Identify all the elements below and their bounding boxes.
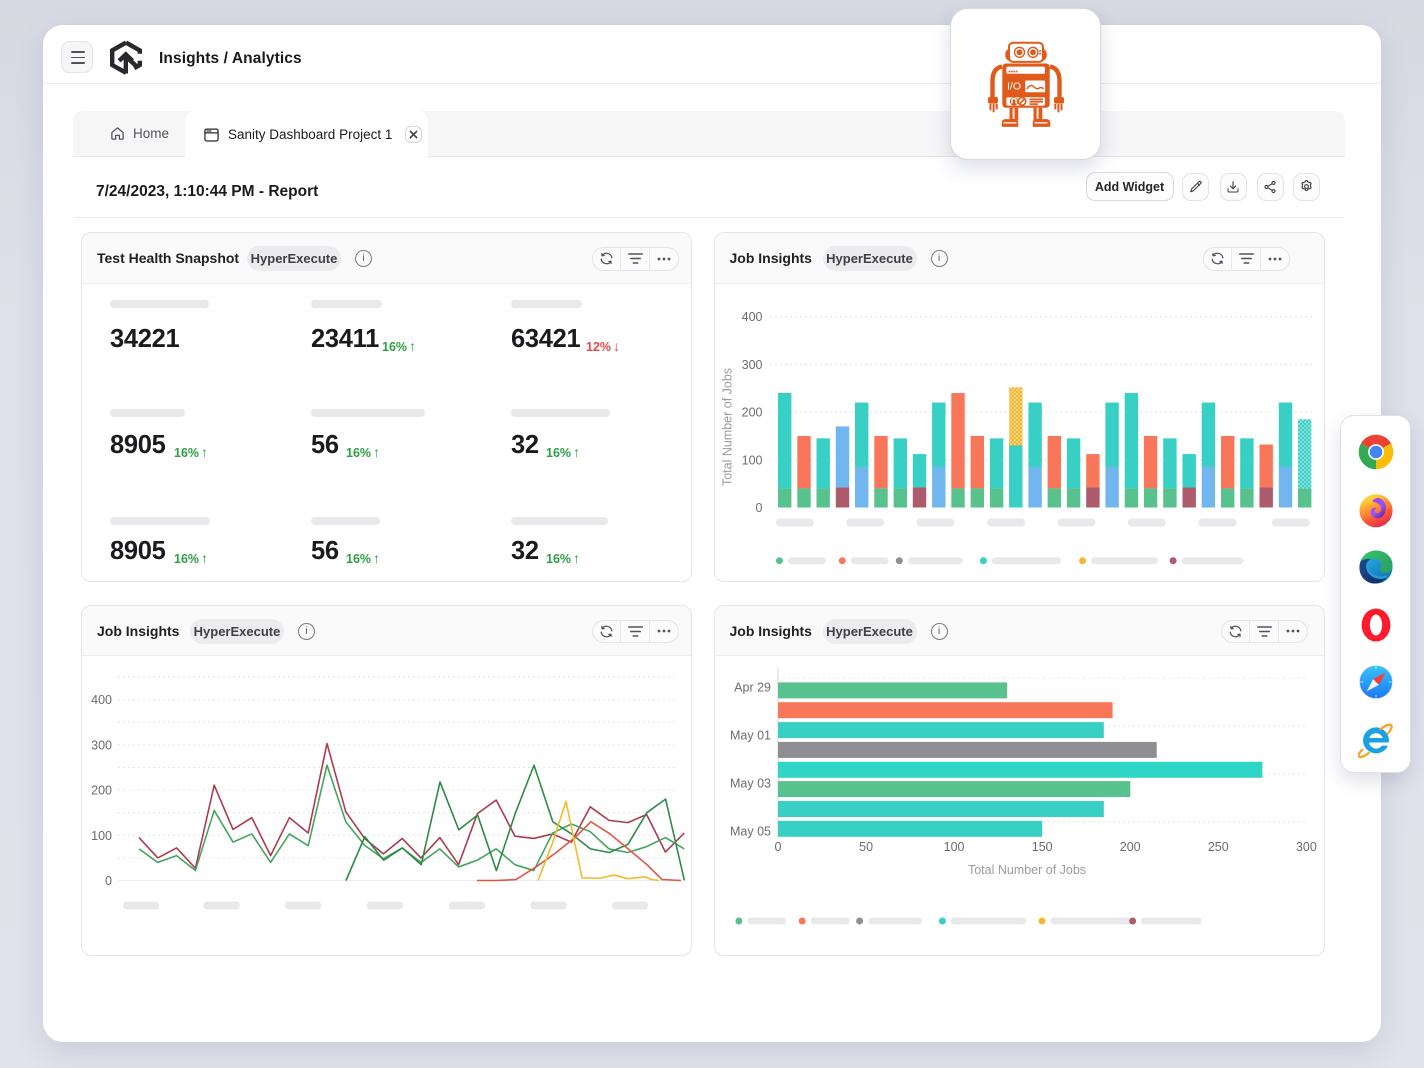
svg-text:May 03: May 03 [730,776,771,790]
svg-text:0: 0 [105,874,112,888]
svg-text:May 05: May 05 [730,824,771,838]
svg-text:300: 300 [741,358,762,372]
svg-text:200: 200 [1119,840,1140,854]
svg-text:May 01: May 01 [730,728,771,742]
svg-text:Apr 29: Apr 29 [734,680,771,694]
svg-text:200: 200 [91,783,112,797]
svg-text:200: 200 [741,406,762,420]
svg-text:400: 400 [91,693,112,707]
svg-text:0: 0 [774,840,781,854]
svg-text:I/O: I/O [1007,81,1021,93]
svg-text:Total Number of Jobs: Total Number of Jobs [720,368,734,486]
svg-text:0: 0 [755,501,762,515]
svg-text:100: 100 [943,840,964,854]
svg-text:250: 250 [1207,840,1228,854]
svg-text:100: 100 [741,453,762,467]
svg-text:100: 100 [91,828,112,842]
svg-text:50: 50 [859,840,873,854]
svg-text:Total Number of Jobs: Total Number of Jobs [967,863,1085,877]
svg-text:400: 400 [741,310,762,324]
svg-text:300: 300 [1295,840,1316,854]
svg-text:150: 150 [1031,840,1052,854]
svg-text:300: 300 [91,738,112,752]
